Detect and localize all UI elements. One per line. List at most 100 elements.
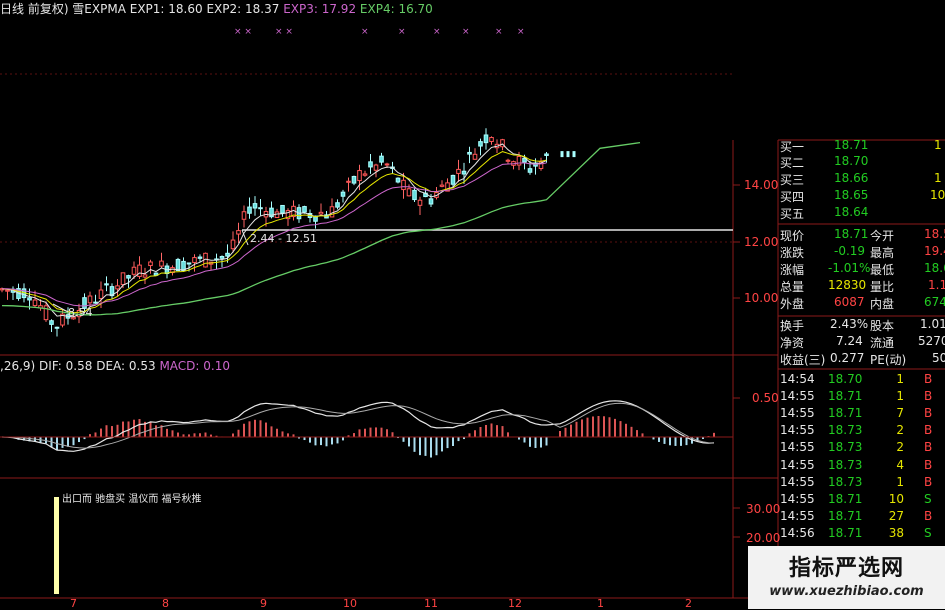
svg-text:× ×: × × xyxy=(275,27,293,37)
candle-body xyxy=(489,137,494,142)
candle-body xyxy=(373,164,379,171)
candle-body xyxy=(93,301,98,304)
trade-side: B xyxy=(924,457,933,472)
exp1-value: EXP1: 18.60 xyxy=(129,2,203,16)
candle-body xyxy=(175,258,181,272)
candle-body xyxy=(318,211,324,215)
date-label: 7 xyxy=(70,597,77,610)
trade-price: 18.71 xyxy=(828,508,863,523)
candle-body xyxy=(505,159,511,162)
volume-indicator-title: 出口而 驰盘买 温仪而 福号秋推 xyxy=(62,494,202,505)
trade-vol: 1 xyxy=(896,389,904,404)
trade-price: 18.71 xyxy=(828,525,863,540)
candle-body xyxy=(379,155,384,163)
candle-body xyxy=(241,211,247,220)
trade-vol: 7 xyxy=(896,406,904,421)
svg-text:×: × xyxy=(462,27,470,37)
price-annotation-high: 2.44 - 12.51 xyxy=(250,232,317,245)
candle-body xyxy=(417,199,423,206)
trade-vol: 10 xyxy=(888,491,904,506)
exp4-value: EXP4: 16.70 xyxy=(359,2,433,16)
trade-side: B xyxy=(924,423,933,438)
candle-body xyxy=(428,198,434,205)
candle-body xyxy=(340,191,346,197)
candle-body xyxy=(104,283,109,286)
exp2-value: EXP2: 18.37 xyxy=(206,2,280,16)
candle-body xyxy=(329,206,335,218)
trade-side: B xyxy=(924,440,933,455)
candle-body xyxy=(456,168,461,174)
date-label: 9 xyxy=(260,597,267,610)
candle-body xyxy=(516,155,522,166)
trade-vol: 1 xyxy=(896,474,904,489)
trade-time: 14:55 xyxy=(780,440,815,455)
candle-body xyxy=(49,320,54,325)
dea-line xyxy=(2,402,715,449)
candle-body xyxy=(351,175,357,184)
date-label: 12 xyxy=(508,597,522,610)
candle-body xyxy=(280,204,285,214)
trade-time: 14:55 xyxy=(780,491,815,506)
candle-body xyxy=(137,264,142,277)
price-tick-2: 12.00 xyxy=(744,235,779,249)
candle-body xyxy=(142,274,148,278)
candle-body xyxy=(467,151,472,155)
candle-body xyxy=(384,163,390,166)
candle-body xyxy=(131,266,137,275)
date-label: 10 xyxy=(343,597,357,610)
trade-time: 14:56 xyxy=(780,525,815,540)
trade-price: 18.73 xyxy=(828,457,863,472)
candle-body xyxy=(32,299,38,307)
watermark-url: www.xuezhibiao.com xyxy=(769,584,924,599)
line-type-label: 日线 前复权) 雪EXPMA xyxy=(0,2,126,16)
candle-body xyxy=(219,256,225,259)
trade-price: 18.73 xyxy=(828,423,863,438)
candle-body xyxy=(247,206,252,214)
macd-header: ,26,9) DIF: 0.58 DEA: 0.53 MACD: 0.10 xyxy=(0,359,230,373)
svg-text:×: × xyxy=(433,27,441,37)
trade-time: 14:54 xyxy=(780,372,815,386)
candle-body xyxy=(362,173,368,176)
volume-tick-1: 30.00 xyxy=(746,502,781,516)
candle-body xyxy=(87,295,93,304)
site-watermark: 指标严选网 www.xuezhibiao.com xyxy=(748,546,945,609)
trade-vol: 2 xyxy=(896,423,904,438)
date-label: 2 xyxy=(685,597,692,610)
candle-body xyxy=(302,206,307,213)
candle-body xyxy=(439,184,445,187)
candle-body xyxy=(159,260,164,267)
candle-body xyxy=(5,289,10,292)
svg-text:×: × xyxy=(517,27,525,37)
candle-body xyxy=(401,179,406,191)
watermark-title: 指标严选网 xyxy=(788,556,904,581)
trade-time: 14:55 xyxy=(780,474,815,489)
svg-text:× ×: × × xyxy=(234,27,252,37)
grid-lines xyxy=(0,73,733,243)
date-label: 8 xyxy=(162,597,169,610)
candle-body xyxy=(395,177,401,183)
candle-body xyxy=(252,203,258,209)
candle-body xyxy=(120,272,126,286)
trade-vol: 4 xyxy=(896,457,904,472)
dif-value: DIF: 0.58 xyxy=(39,359,93,373)
candle-body xyxy=(115,285,120,290)
candle-body xyxy=(148,261,153,267)
trade-vol: 27 xyxy=(888,508,904,523)
candle-body xyxy=(225,252,230,257)
candle-body xyxy=(483,134,489,144)
candle-body xyxy=(186,262,192,265)
trade-price: 18.71 xyxy=(828,389,863,404)
trade-side: B xyxy=(924,372,933,386)
trade-time: 14:55 xyxy=(780,406,815,421)
candle-body xyxy=(98,289,104,299)
candle-body xyxy=(335,202,340,208)
trade-time: 14:55 xyxy=(780,423,815,438)
candle-body xyxy=(560,151,564,158)
candle-body xyxy=(544,153,549,156)
trade-price: 18.71 xyxy=(828,406,863,421)
trade-vol: 1 xyxy=(896,372,904,386)
trade-side: B xyxy=(924,508,933,523)
exp4-line xyxy=(1,141,641,316)
candle-body xyxy=(357,170,362,182)
candle-body xyxy=(197,256,203,259)
